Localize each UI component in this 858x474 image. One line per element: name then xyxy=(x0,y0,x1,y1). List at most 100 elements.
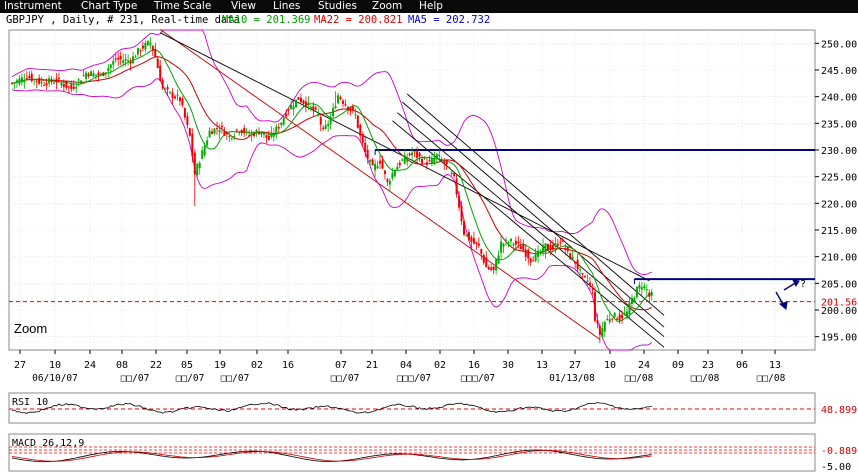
candle-body xyxy=(428,160,431,162)
candle-body xyxy=(467,232,470,241)
x-tick-label: 02 xyxy=(434,360,446,371)
candle-body xyxy=(349,107,352,112)
candle-body xyxy=(99,73,102,75)
candle-body xyxy=(45,83,48,86)
candle-body xyxy=(408,153,411,156)
candle-body xyxy=(448,166,451,169)
candle-body xyxy=(356,115,359,128)
menu-time-scale[interactable]: Time Scale xyxy=(154,0,211,13)
candle-body xyxy=(223,131,226,136)
candle-body xyxy=(48,78,51,84)
candle-body xyxy=(203,145,206,156)
candle-body xyxy=(319,117,322,125)
candle-body xyxy=(90,71,93,76)
y-tick-label: 230.00 xyxy=(821,146,857,157)
x-month-label: □□/08 xyxy=(757,373,786,384)
candle-body xyxy=(169,91,172,93)
candle-body xyxy=(339,96,342,100)
candle-body xyxy=(85,72,88,79)
candle-body xyxy=(344,104,347,106)
candle-body xyxy=(502,243,505,247)
candle-body xyxy=(262,133,265,135)
candle-body xyxy=(211,131,214,135)
x-month-label: □□□/07 xyxy=(397,373,431,384)
candle-body xyxy=(292,106,295,110)
candle-body xyxy=(608,319,611,322)
candle-body xyxy=(174,96,177,99)
candle-body xyxy=(156,58,159,69)
candle-body xyxy=(52,82,55,84)
ma5-value: MA5 = 202.732 xyxy=(408,14,491,26)
candle-body xyxy=(475,242,478,244)
candle-body xyxy=(616,318,619,320)
candle-body xyxy=(92,73,95,77)
x-tick-label: 23 xyxy=(702,360,714,371)
x-tick-label: 10 xyxy=(604,360,616,371)
candle-body xyxy=(638,285,641,289)
menu-chart-type[interactable]: Chart Type xyxy=(81,0,137,13)
menu-zoom[interactable]: Zoom xyxy=(372,0,402,13)
candle-body xyxy=(206,140,209,146)
menu-view[interactable]: View xyxy=(231,0,256,13)
candle-body xyxy=(240,129,243,134)
candle-body xyxy=(299,97,302,103)
candle-body xyxy=(67,86,70,88)
candle-body xyxy=(626,311,629,317)
x-tick-label: 19 xyxy=(214,360,226,371)
x-tick-label: 10 xyxy=(49,360,61,371)
candle-body xyxy=(366,149,369,159)
candle-body xyxy=(253,134,256,137)
candle-body xyxy=(569,253,572,260)
menu-studies[interactable]: Studies xyxy=(318,0,357,13)
menu-instrument[interactable]: Instrument xyxy=(4,0,62,13)
candle-body xyxy=(38,77,41,84)
candle-body xyxy=(593,292,596,321)
candle-body xyxy=(290,104,293,110)
x-tick-label: 02 xyxy=(251,360,263,371)
candle-body xyxy=(386,179,389,182)
candle-body xyxy=(134,56,137,58)
candle-body xyxy=(443,161,446,164)
candle-body xyxy=(139,50,142,52)
candle-body xyxy=(225,133,228,135)
x-month-label: □□/07 xyxy=(221,373,250,384)
y-tick-label: 195.00 xyxy=(821,333,857,344)
x-tick-label: 13 xyxy=(769,360,781,371)
candle-body xyxy=(364,142,367,153)
candle-body xyxy=(512,244,515,246)
candle-body xyxy=(141,45,144,49)
candle-body xyxy=(109,64,112,68)
candle-body xyxy=(146,40,149,45)
candle-body xyxy=(297,97,300,100)
candle-body xyxy=(23,79,26,83)
candle-body xyxy=(216,128,219,130)
candle-body xyxy=(571,256,574,259)
candle-body xyxy=(166,87,169,90)
candle-body xyxy=(361,133,364,144)
candle-body xyxy=(450,172,453,174)
candle-body xyxy=(403,155,406,164)
candle-body xyxy=(72,86,75,89)
candle-body xyxy=(497,255,500,264)
candle-body xyxy=(40,82,43,84)
menu-help[interactable]: Help xyxy=(419,0,443,13)
candle-body xyxy=(117,57,120,60)
candle-body xyxy=(183,108,186,118)
candle-body xyxy=(151,45,154,51)
chart-canvas[interactable]: 195.00200.00205.00210.00215.00220.00225.… xyxy=(0,0,858,474)
menu-lines[interactable]: Lines xyxy=(273,0,300,13)
candle-body xyxy=(258,132,260,135)
y-tick-label: 235.00 xyxy=(821,119,857,130)
candle-body xyxy=(480,249,483,254)
x-month-label: □□/08 xyxy=(691,373,720,384)
candle-body xyxy=(312,106,315,111)
candle-body xyxy=(285,113,288,117)
candle-body xyxy=(534,252,537,261)
current-price-label: 201.56 xyxy=(821,298,857,309)
candle-body xyxy=(304,101,307,108)
candle-body xyxy=(546,244,549,249)
candle-body xyxy=(327,123,330,127)
candle-body xyxy=(248,135,251,137)
y-tick-label: 240.00 xyxy=(821,93,857,104)
candle-body xyxy=(149,42,152,46)
